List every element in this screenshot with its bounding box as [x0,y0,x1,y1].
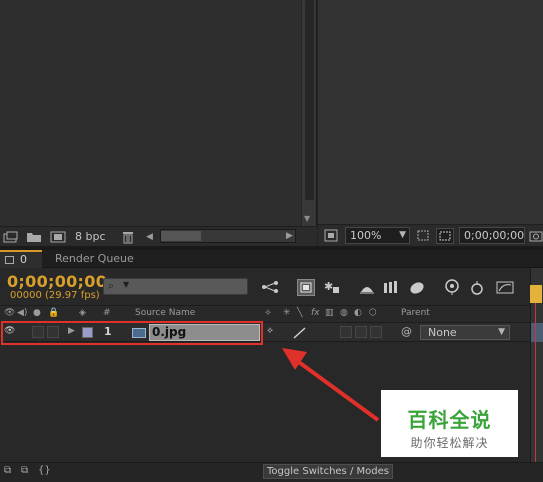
transparency-grid-icon[interactable] [436,228,454,244]
composition-icon [5,256,14,264]
project-panel [0,0,317,246]
interpret-footage-icon[interactable] [3,231,19,245]
layer-switch-box[interactable] [370,326,382,338]
adjustment-switch-icon: ◐ [354,308,362,318]
transfer-controls-icon[interactable]: ⧉ [21,465,28,476]
quality-switch-icon: ╲ [297,308,303,318]
frame-blending-icon[interactable] [382,279,400,296]
motion-blur-icon[interactable] [408,279,426,296]
shy-switch-icon[interactable]: ⟡ [267,326,273,336]
quality-switch-icon[interactable] [292,326,308,340]
composition-mini-flowchart-icon[interactable] [261,279,279,296]
tab-composition[interactable]: 0 [0,250,42,268]
frame-count-display: 00000 (29.97 fps) [10,290,100,301]
layer-switch-box[interactable] [340,326,352,338]
scrollbar-thumb[interactable] [161,231,201,241]
scrollbar-thumb[interactable] [305,0,314,200]
new-composition-icon[interactable] [50,231,66,245]
layer-duration-bar[interactable] [531,323,543,342]
search-icon: ⌕ [108,279,115,292]
region-of-interest-icon[interactable] [416,229,430,245]
chevron-down-icon: ▼ [498,327,505,337]
chevron-down-icon: ▼ [123,280,130,289]
always-preview-icon[interactable] [324,229,338,245]
in-out-icon[interactable]: {} [38,465,51,476]
live-update-icon[interactable] [297,279,315,296]
project-horizontal-scrollbar[interactable] [160,229,296,243]
viewer-timecode[interactable]: 0;00;00;00 [459,227,525,244]
viewer-toolbar: 100% ▼ 0;00;00;00 [318,224,543,246]
playhead-line [535,303,536,462]
current-time-display[interactable]: 0;00;00;00 [7,272,107,291]
composition-viewer[interactable] [318,0,543,224]
collapse-switch-icon: ✳ [283,308,291,318]
brainstorm-icon[interactable] [443,279,461,296]
3d-layer-switch-icon: ⬡ [369,308,377,318]
speaker-icon[interactable]: ◀) [17,308,27,318]
column-number: # [103,308,111,318]
tag-icon[interactable]: ◈ [79,308,86,318]
column-source-name[interactable]: Source Name [135,308,195,318]
project-vertical-scrollbar[interactable]: ▼ [301,0,316,226]
parent-select[interactable]: None ▼ [420,325,510,340]
current-time-indicator[interactable] [530,285,542,303]
new-folder-icon[interactable] [26,231,42,245]
parent-value: None [428,326,457,339]
column-parent: Parent [401,308,430,318]
watermark-subtitle: 助你轻松解决 [410,436,489,450]
magnification-select[interactable]: 100% ▼ [345,227,410,244]
tab-render-queue[interactable]: Render Queue [46,250,136,268]
hide-shy-layers-icon[interactable] [358,279,376,296]
tab-composition-label: 0 [20,253,27,266]
watermark-title: 百科全说 [407,408,492,432]
layer-switch-box[interactable] [355,326,367,338]
pick-whip-icon[interactable]: @ [401,325,412,338]
chevron-down-icon: ▼ [399,230,406,240]
auto-keyframe-icon[interactable] [468,279,486,296]
bit-depth-button[interactable]: 8 bpc [75,230,106,244]
layer-switches-icon[interactable]: ⧉ [4,465,11,476]
toggle-switches-modes-button[interactable]: Toggle Switches / Modes [263,464,393,479]
draft-3d-icon[interactable]: ✱ [323,279,341,296]
zoom-value: 100% [350,229,382,242]
snapshot-icon[interactable] [529,229,543,245]
lock-icon[interactable]: 🔒 [48,308,59,318]
shy-switch-icon: ⟡ [265,308,271,318]
graph-editor-icon[interactable] [496,279,514,296]
solo-icon[interactable]: ● [33,308,41,318]
eye-icon[interactable]: 👁 [4,308,15,318]
frame-blend-switch-icon: ▥ [325,308,334,318]
layer-search-input[interactable]: ⌕ ▼ [103,278,248,295]
highlight-box [1,321,263,345]
scroll-right-arrow-icon[interactable]: ▶ [286,231,293,241]
scroll-left-arrow-icon[interactable]: ◀ [146,230,153,244]
svg-text:✱: ✱ [324,280,333,293]
scroll-down-arrow-icon[interactable]: ▼ [304,214,310,223]
trash-icon[interactable] [121,231,135,245]
effects-switch-icon: fx [311,308,320,318]
motion-blur-switch-icon: ◍ [340,308,348,318]
